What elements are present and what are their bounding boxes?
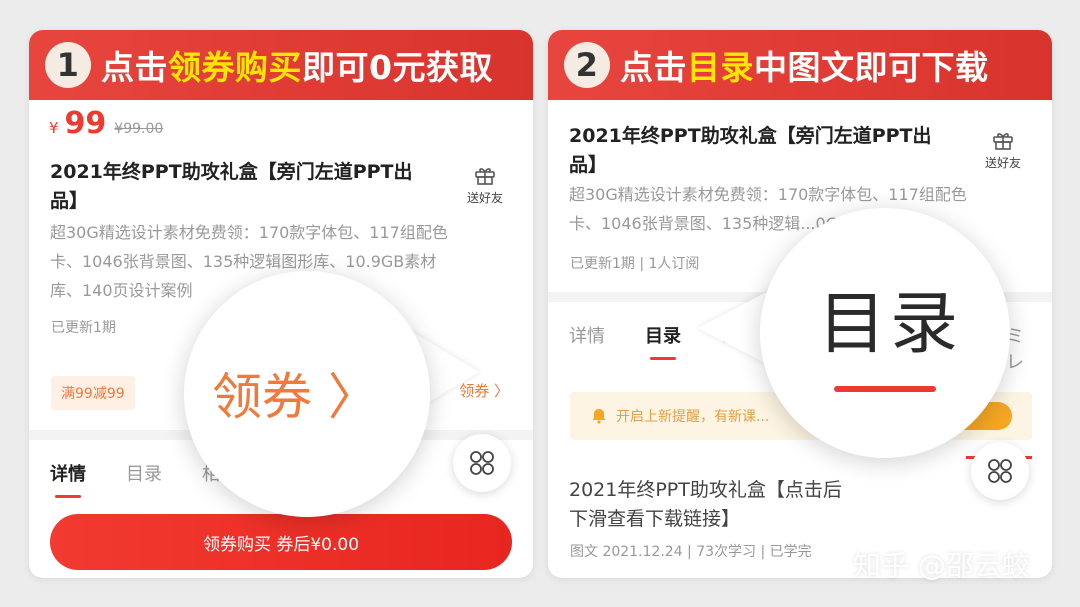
course-description: 超30G精选设计素材免费领：170款字体包、117组配色 卡、1046张背景图、… — [569, 180, 1039, 238]
course-title: 2021年终PPT助攻礼盒【旁门左道PPT出 品】 — [569, 122, 989, 180]
course-title-line1: 2021年终PPT助攻礼盒【旁门左道PPT出 — [50, 161, 413, 183]
tab-details[interactable]: 详情 — [50, 460, 86, 498]
step2-banner: 2 点击 目录 中图文即可下载 — [548, 30, 1052, 100]
coupon-tag: 满99减99 — [51, 376, 135, 410]
grid-menu-icon — [470, 451, 494, 475]
course-title-line1: 2021年终PPT助攻礼盒【旁门左道PPT出 — [569, 125, 932, 147]
article-meta: 图文 2021.12.24 | 73次学习 | 已学完 — [570, 544, 812, 560]
article-title-line2: 下滑查看下载链接】 — [569, 508, 741, 530]
price: 99 — [64, 106, 107, 141]
description-line1: 超30G精选设计素材免费领：170款字体包、117组配色 — [569, 185, 967, 204]
description-line1: 超30G精选设计素材免费领：170款字体包、117组配色 — [50, 223, 448, 242]
price-symbol: ¥ — [49, 119, 59, 137]
bell-icon — [592, 409, 606, 424]
tab-catalog[interactable]: 目录 — [645, 322, 681, 360]
gift-label: 送好友 — [984, 156, 1021, 170]
gift-icon — [993, 133, 1013, 150]
magnifier-coupon-text: 领券 〉 — [212, 368, 378, 426]
step2-suffix: 中图文即可下载 — [754, 48, 989, 87]
tab-catalog[interactable]: 目录 — [126, 460, 162, 486]
article-title-line1: 2021年终PPT助攻礼盒【点击后 — [569, 479, 842, 501]
left-panel: 1 点击 领券购买 即可0元获取 ¥ 99 ¥99.00 2021年终PPT助攻礼盒… — [29, 30, 533, 578]
menu-float-button[interactable] — [453, 434, 511, 492]
magnifier-underline — [834, 386, 936, 392]
gift-button[interactable]: 送好友 — [460, 163, 510, 206]
grid-menu-icon — [988, 459, 1012, 483]
step1-suffix: 即可0元获取 — [302, 48, 493, 87]
description-line2: 卡、1046张背景图、135种逻辑图形库、10.9GB素材 — [50, 252, 437, 271]
step1-highlight: 领券购买 — [168, 48, 302, 87]
notice-text: 开启上新提醒，有新课... — [616, 409, 770, 425]
step2-highlight: 目录 — [687, 48, 754, 87]
update-status: 已更新1期 — [51, 320, 116, 336]
coupon-magnifier: 领券 〉 — [184, 271, 430, 517]
course-title-line2: 品】 — [50, 190, 89, 212]
course-title-line2: 品】 — [569, 154, 608, 176]
subscription-meta: 已更新1期 | 1人订阅 — [570, 256, 700, 272]
course-title: 2021年终PPT助攻礼盒【旁门左道PPT出 品】 — [50, 158, 470, 216]
right-panel: 2 点击 目录 中图文即可下载 2021年终PPT助攻礼盒【旁门左道PPT出 品】 … — [548, 30, 1052, 578]
gift-label: 送好友 — [466, 191, 503, 205]
description-line2: 卡、1046张背景图、135种逻辑...0GB素材... — [569, 214, 897, 233]
price-row: ¥ 99 ¥99.00 — [49, 106, 163, 141]
tab-details[interactable]: 详情 — [569, 322, 605, 348]
gift-icon — [475, 168, 495, 185]
step2-number: 2 — [564, 42, 610, 88]
buy-coupon-button[interactable]: 领券购买 券后¥0.00 — [50, 514, 512, 570]
article-title[interactable]: 2021年终PPT助攻礼盒【点击后 下滑查看下载链接】 — [569, 476, 929, 534]
step1-prefix: 点击 — [101, 48, 168, 87]
original-price: ¥99.00 — [114, 121, 164, 137]
gift-button[interactable]: 送好友 — [978, 128, 1028, 171]
catalog-magnifier: 目录 — [760, 208, 1010, 458]
step1-banner: 1 点击 领券购买 即可0元获取 — [29, 30, 533, 100]
step1-number: 1 — [45, 42, 91, 88]
watermark: 知乎 @邵云蛟 — [853, 549, 1030, 582]
menu-float-button[interactable] — [971, 442, 1029, 500]
step2-prefix: 点击 — [620, 48, 687, 87]
magnifier-catalog-text: 目录 — [818, 285, 963, 364]
